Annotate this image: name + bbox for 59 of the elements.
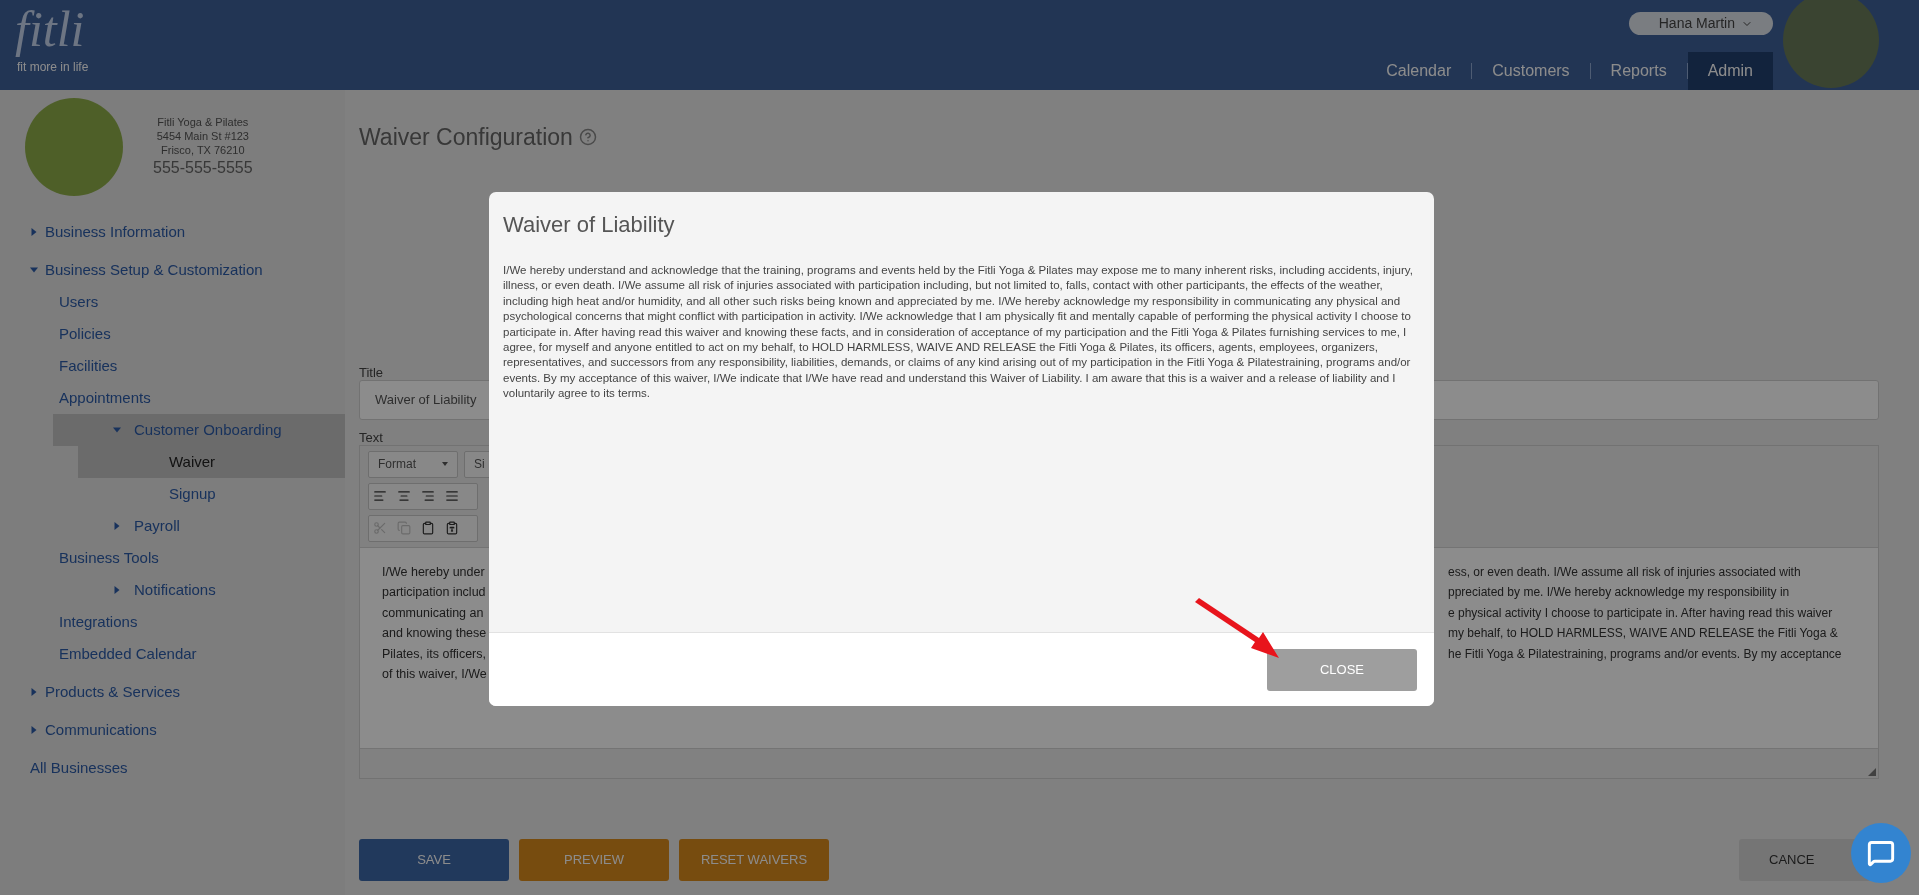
editor-text-line: ess, or even death. I/We assume all risk of injuries associated with	[1448, 563, 1802, 581]
editor-text-line: e physical activity I choose to participate in. After having read this waiver	[1448, 604, 1834, 622]
toolbar-dropdown[interactable]: Format	[368, 450, 458, 478]
page-heading: Waiver Configuration	[359, 123, 573, 152]
field-label: Text	[359, 429, 383, 445]
modal-body-text: I/We hereby understand and acknowledge that the training, programs and events held by the Fitli Yoga & Pilates may expose me to many inherent risks, including accidents, injury, illness, or even death. I/We assume all risk of injuries associated with participation including, but not limited to, falls, contact with other participants, the effects of the weather, including high heat and/or humidity, and all other such risks being known and appreciated by me. I/We hereby acknowledge my responsibility in communicating any physical and psychological concerns that might conflict with participation in activity. I/We acknowledge that I am physically fit and mentally capable of performing the physical activity I choose to participate in. After having read this waiver and knowing these facts, and in consideration of acceptance of my participation and the Fitli Yoga & Pilates furnishing services to me, I agree, for myself and anyone entitled to act on my behalf, to HOLD HARMLESS, WAIVE AND RELEASE the Fitli Yoga & Pilates, its officers, agents, employees, organizers, representatives, and successors from any responsibility, liabilities, demands, or claims of any kind arising out of my participation in the Fitli Yoga & Pilatestraining, programs and/or events. By my acceptance of this waiver, I/We indicate that I/We have read and understand this Waiver of Liability. I am aware that this is a waiver and a release of liability and I voluntarily agree to its terms.	[503, 263, 1414, 402]
sidebar-nav-item[interactable]: Users	[0, 286, 345, 318]
sidebar-nav-item[interactable]: Signup	[78, 478, 345, 510]
clipboard-icon[interactable]	[421, 521, 435, 535]
sidebar-nav-item[interactable]: Facilities	[0, 350, 345, 382]
align-center-icon[interactable]	[397, 489, 411, 503]
resize-handle-icon[interactable]	[1868, 767, 1876, 776]
clipboard-text-icon[interactable]	[445, 521, 459, 535]
sidebar-nav-item[interactable]: Waiver	[78, 446, 345, 478]
sidebar-nav-item[interactable]: Integrations	[0, 606, 345, 638]
align-right-icon[interactable]	[421, 489, 435, 503]
sidebar-nav-item[interactable]: Business Setup & Customization	[0, 254, 345, 286]
field-label: Title	[359, 364, 384, 380]
sidebar-nav-item[interactable]: Notifications	[53, 574, 345, 606]
sidebar-nav-item[interactable]: Policies	[0, 318, 345, 350]
editor-text-line: I/We hereby under	[382, 563, 486, 581]
nav-tab[interactable]: Admin	[1687, 52, 1773, 90]
chat-icon	[1867, 839, 1895, 867]
sidebar-nav-item[interactable]: Business Tools	[0, 542, 345, 574]
business-name: Fitli Yoga & Pilates	[157, 115, 249, 129]
business-address: 5454 Main St #123	[156, 129, 249, 143]
editor-text-line: communicating an	[382, 604, 485, 622]
nav-tab[interactable]: Reports	[1590, 52, 1687, 90]
chat-button[interactable]	[1851, 823, 1911, 883]
nav-tab[interactable]: Calendar	[1366, 52, 1472, 90]
editor-text-line: participation includ	[382, 584, 487, 601]
business-address: Frisco, TX 76210	[161, 143, 245, 157]
sidebar-nav-item[interactable]: Embedded Calendar	[0, 638, 345, 670]
modal-title: Waiver of Liability	[503, 211, 676, 239]
action-button[interactable]: RESET WAIVERS	[679, 838, 829, 881]
logo-tagline: fit more in life	[17, 60, 89, 74]
business-phone: 555-555-5555	[153, 158, 253, 178]
editor-text-line: he Fitli Yoga & Pilatestraining, programs and/or events. By my acceptance	[1448, 645, 1843, 663]
sidebar-nav-item[interactable]: Payroll	[53, 510, 345, 542]
editor-text-line: my behalf, to HOLD HARMLESS, WAIVE AND RELEASE the Fitli Yoga &	[1448, 625, 1839, 642]
sidebar-nav-item[interactable]: Products & Services	[0, 676, 345, 708]
sidebar-nav-item[interactable]: Customer Onboarding	[53, 414, 345, 446]
action-button[interactable]: PREVIEW	[519, 838, 669, 881]
align-justify-icon[interactable]	[445, 489, 459, 503]
editor-text-line: ppreciated by me. I/We hereby acknowledge my responsibility in	[1448, 584, 1791, 601]
sidebar-nav-item[interactable]: Communications	[0, 714, 345, 746]
editor-text-line: and knowing these	[382, 625, 487, 642]
caret-down-icon	[442, 462, 448, 466]
action-button[interactable]: SAVE	[359, 838, 509, 881]
editor-text-line: Pilates, its officers,	[382, 645, 487, 663]
editor-text-line: of this waiver, I/We	[382, 666, 487, 683]
nav-tab[interactable]: Customers	[1472, 52, 1590, 90]
help-icon[interactable]	[578, 128, 597, 147]
sidebar-nav-item[interactable]: Appointments	[0, 382, 345, 414]
sidebar-nav-item[interactable]: Business Information	[0, 216, 345, 248]
align-left-icon[interactable]	[373, 489, 387, 503]
close-button[interactable]: CLOSE	[1267, 648, 1417, 691]
user-menu-button[interactable]: Hana Martin	[1628, 12, 1773, 35]
sidebar-nav-item[interactable]: All Businesses	[0, 752, 345, 784]
